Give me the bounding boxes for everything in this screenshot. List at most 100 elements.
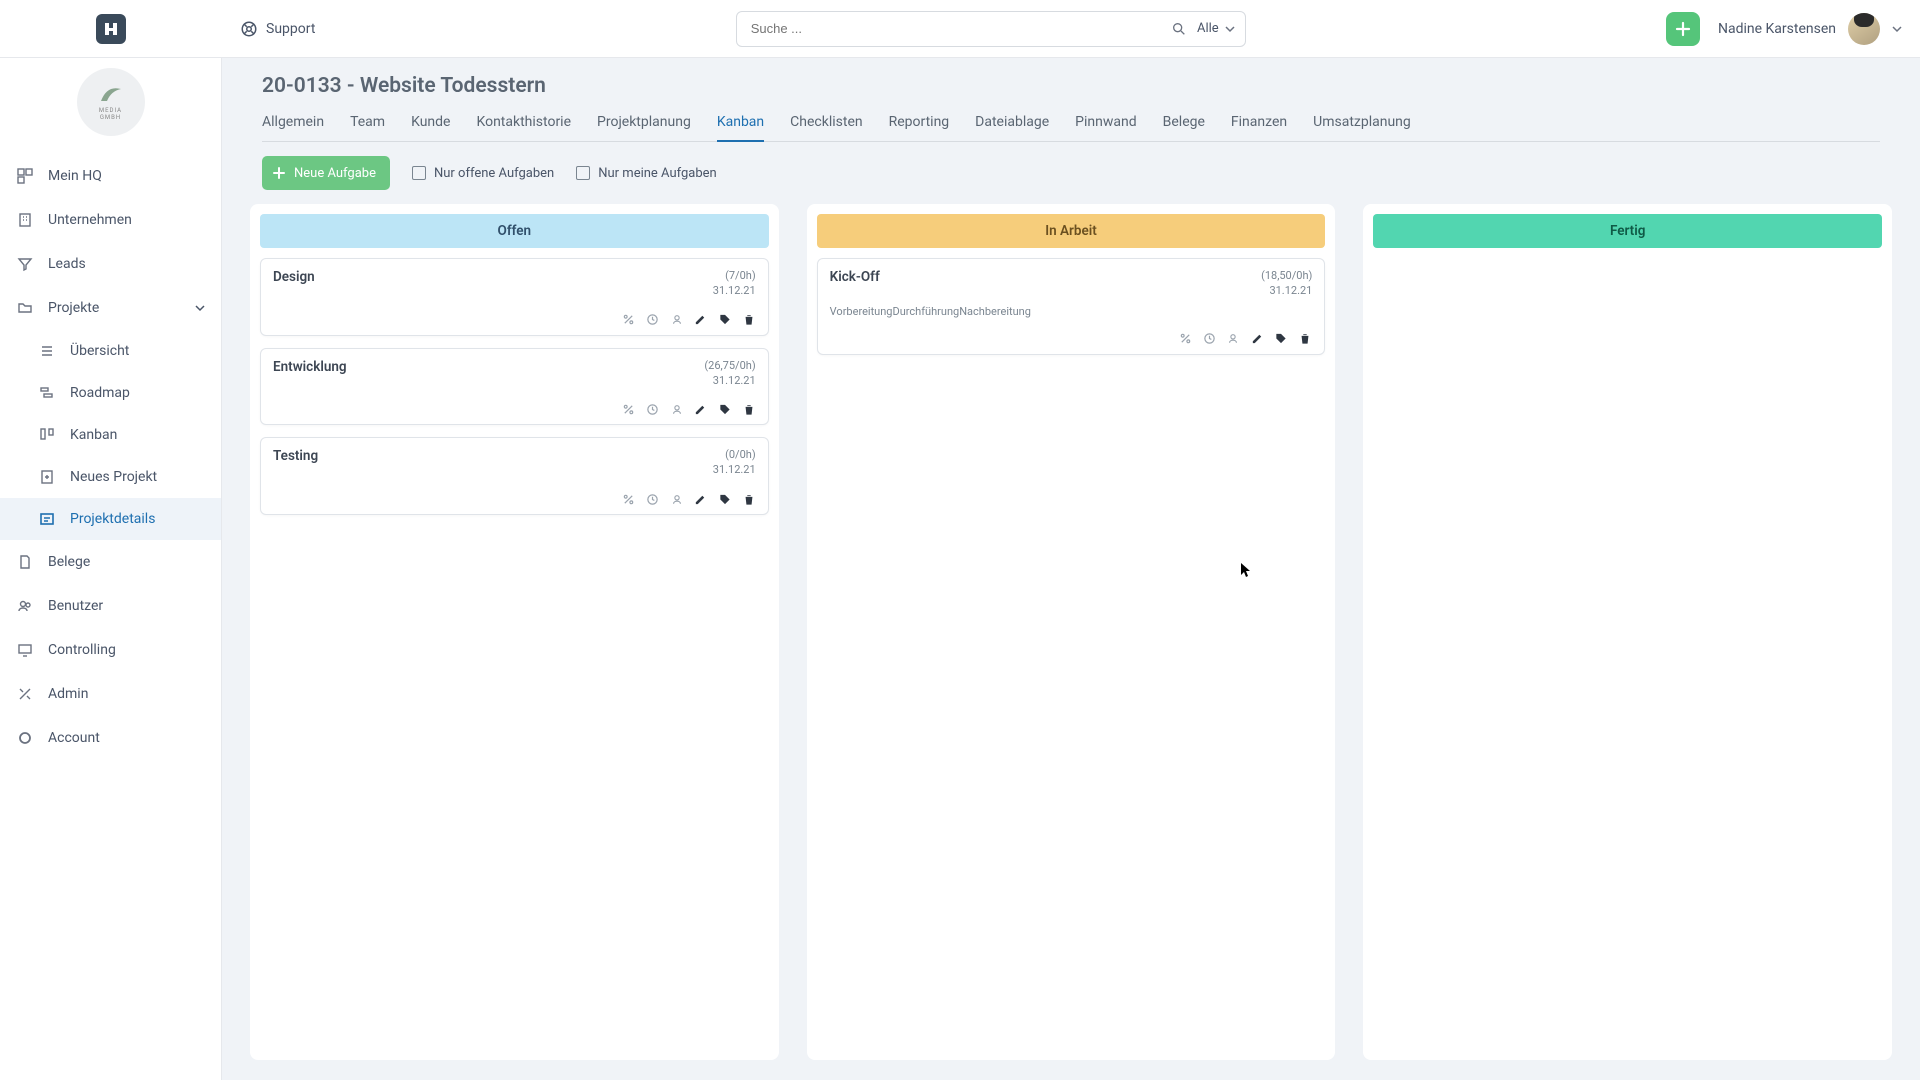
- column-header: Offen: [260, 214, 769, 248]
- percent-icon[interactable]: [1178, 332, 1192, 346]
- sidebar-item-label: Kanban: [70, 427, 117, 443]
- filter-only-mine[interactable]: Nur meine Aufgaben: [576, 166, 717, 181]
- trash-icon[interactable]: [1298, 332, 1312, 346]
- card-hours: (7/0h): [713, 269, 756, 284]
- sidebar-item-label: Account: [48, 730, 100, 746]
- user-icon[interactable]: [670, 313, 684, 327]
- card-hours: (0/0h): [713, 448, 756, 463]
- tag-icon[interactable]: [718, 313, 732, 327]
- edit-icon[interactable]: [694, 402, 708, 416]
- edit-icon[interactable]: [694, 492, 708, 506]
- tab-team[interactable]: Team: [350, 106, 385, 141]
- card-meta: (7/0h) 31.12.21: [713, 269, 756, 299]
- kanban-card[interactable]: Design (7/0h) 31.12.21: [260, 258, 769, 336]
- org-logo[interactable]: MEDIA GMBH: [77, 68, 145, 136]
- support-link[interactable]: Support: [240, 20, 315, 38]
- tab-umsatzplanung[interactable]: Umsatzplanung: [1313, 106, 1411, 141]
- card-meta: (26,75/0h) 31.12.21: [704, 359, 755, 389]
- chevron-down-icon: [1225, 24, 1235, 34]
- kanban-card[interactable]: Kick-Off (18,50/0h) 31.12.21 Vorbereitun…: [817, 258, 1326, 355]
- clock-icon[interactable]: [1202, 332, 1216, 346]
- kanban-column-open: Offen Design (7/0h) 31.12.21 Entwicklung…: [250, 204, 779, 1060]
- tab-checklisten[interactable]: Checklisten: [790, 106, 862, 141]
- percent-icon[interactable]: [622, 402, 636, 416]
- list-icon: [38, 343, 56, 359]
- edit-icon[interactable]: [694, 313, 708, 327]
- trash-icon[interactable]: [742, 313, 756, 327]
- sidebar-item-admin[interactable]: Admin: [0, 672, 221, 716]
- tab-kunde[interactable]: Kunde: [411, 106, 450, 141]
- app-logo[interactable]: [96, 14, 126, 44]
- sidebar-subitem-neues-projekt[interactable]: Neues Projekt: [0, 456, 221, 498]
- tab-kanban[interactable]: Kanban: [717, 106, 764, 142]
- users-icon: [16, 598, 34, 614]
- sidebar-item-leads[interactable]: Leads: [0, 242, 221, 286]
- sidebar-item-benutzer[interactable]: Benutzer: [0, 584, 221, 628]
- sidebar-item-account[interactable]: Account: [0, 716, 221, 760]
- user-menu[interactable]: Nadine Karstensen: [1718, 13, 1902, 45]
- main: 20-0133 - Website Todesstern AllgemeinTe…: [222, 58, 1920, 1080]
- tag-icon[interactable]: [718, 492, 732, 506]
- card-meta: (0/0h) 31.12.21: [713, 448, 756, 478]
- card-subtext: VorbereitungDurchführungNachbereitung: [830, 305, 1313, 318]
- sidebar-item-belege[interactable]: Belege: [0, 540, 221, 584]
- checkbox-icon: [412, 166, 426, 180]
- search-box[interactable]: Alle: [736, 11, 1246, 47]
- tag-icon[interactable]: [718, 402, 732, 416]
- user-icon[interactable]: [670, 492, 684, 506]
- global-add-button[interactable]: [1666, 12, 1700, 46]
- sidebar-item-label: Mein HQ: [48, 168, 102, 184]
- clock-icon[interactable]: [646, 402, 660, 416]
- sidebar-item-projekte[interactable]: Projekte: [0, 286, 221, 330]
- card-title: Design: [273, 269, 315, 285]
- sidebar-item-mein-hq[interactable]: Mein HQ: [0, 154, 221, 198]
- card-date: 31.12.21: [1261, 284, 1312, 299]
- sidebar-subitem-kanban[interactable]: Kanban: [0, 414, 221, 456]
- search-input[interactable]: [751, 21, 1171, 36]
- document-icon: [16, 554, 34, 570]
- trash-icon[interactable]: [742, 402, 756, 416]
- card-actions: [273, 402, 756, 416]
- search-scope-dropdown[interactable]: Alle: [1187, 21, 1235, 36]
- plus-doc-icon: [38, 469, 56, 485]
- percent-icon[interactable]: [622, 313, 636, 327]
- sidebar-subitem-uebersicht[interactable]: Übersicht: [0, 330, 221, 372]
- sidebar-item-label: Leads: [48, 256, 86, 272]
- card-date: 31.12.21: [713, 463, 756, 478]
- tab-belege[interactable]: Belege: [1163, 106, 1205, 141]
- sidebar-item-label: Projektdetails: [70, 511, 155, 527]
- support-icon: [240, 20, 258, 38]
- tab-finanzen[interactable]: Finanzen: [1231, 106, 1287, 141]
- app-logo-area: [0, 14, 222, 44]
- card-title: Kick-Off: [830, 269, 880, 285]
- kanban-card[interactable]: Testing (0/0h) 31.12.21: [260, 437, 769, 515]
- sidebar-item-label: Admin: [48, 686, 88, 702]
- kanban-card[interactable]: Entwicklung (26,75/0h) 31.12.21: [260, 348, 769, 426]
- chevron-down-icon: [1892, 24, 1902, 34]
- clock-icon[interactable]: [646, 492, 660, 506]
- topbar-right: Nadine Karstensen: [1666, 12, 1902, 46]
- sidebar-subitem-roadmap[interactable]: Roadmap: [0, 372, 221, 414]
- edit-icon[interactable]: [1250, 332, 1264, 346]
- card-title: Entwicklung: [273, 359, 347, 375]
- tab-allgemein[interactable]: Allgemein: [262, 106, 324, 141]
- user-name: Nadine Karstensen: [1718, 21, 1836, 37]
- user-icon[interactable]: [670, 402, 684, 416]
- tab-projektplanung[interactable]: Projektplanung: [597, 106, 691, 141]
- tab-kontakthistorie[interactable]: Kontakthistorie: [476, 106, 571, 141]
- filter-label: Nur offene Aufgaben: [434, 166, 554, 181]
- roadmap-icon: [38, 385, 56, 401]
- new-task-button[interactable]: Neue Aufgabe: [262, 156, 390, 190]
- tag-icon[interactable]: [1274, 332, 1288, 346]
- sidebar-subitem-projektdetails[interactable]: Projektdetails: [0, 498, 221, 540]
- tab-pinnwand[interactable]: Pinnwand: [1075, 106, 1136, 141]
- sidebar-item-unternehmen[interactable]: Unternehmen: [0, 198, 221, 242]
- user-icon[interactable]: [1226, 332, 1240, 346]
- trash-icon[interactable]: [742, 492, 756, 506]
- percent-icon[interactable]: [622, 492, 636, 506]
- clock-icon[interactable]: [646, 313, 660, 327]
- tab-dateiablage[interactable]: Dateiablage: [975, 106, 1049, 141]
- tab-reporting[interactable]: Reporting: [889, 106, 950, 141]
- filter-only-open[interactable]: Nur offene Aufgaben: [412, 166, 554, 181]
- sidebar-item-controlling[interactable]: Controlling: [0, 628, 221, 672]
